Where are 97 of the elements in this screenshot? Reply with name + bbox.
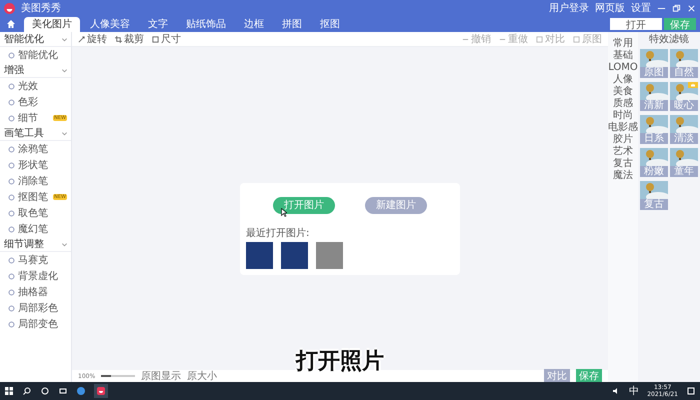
sidebar-item[interactable]: 细节 [18,111,38,125]
circle-icon [8,162,15,168]
search-icon[interactable] [22,386,32,396]
circle-icon[interactable] [40,386,50,396]
circle-icon [8,178,15,184]
circle-icon [8,82,15,90]
open-button[interactable]: 打开 [610,18,662,30]
square-icon [536,36,543,42]
rotate-icon [78,36,85,42]
resize-icon [152,36,159,42]
input-method[interactable]: 中 [629,384,640,398]
home-icon[interactable] [6,19,16,29]
close-icon[interactable] [687,4,696,12]
section-title: 智能优化 [4,32,44,46]
circle-icon [8,114,15,122]
sidebar-item[interactable]: 局部变色 [18,317,58,331]
sidebar-item[interactable]: 局部彩色 [18,301,58,315]
sidebar-item[interactable]: 取色笔 [18,206,48,220]
section-title: 增强 [4,64,24,77]
fit-button[interactable]: 原图显示 [141,369,182,383]
tab[interactable]: 边框 [236,17,272,32]
titlebar-link[interactable]: 用户登录 [549,1,589,15]
caret-icon[interactable] [61,130,68,136]
sidebar-item[interactable]: 智能优化 [18,48,58,62]
tab[interactable]: 文字 [140,17,176,32]
caret-icon[interactable] [61,36,68,42]
square-icon [573,36,580,42]
tab[interactable]: 抠图 [312,17,348,32]
filter-category[interactable]: LOMO [608,62,638,74]
sidebar-item[interactable]: 消除笔 [18,174,48,188]
video-caption: 打开照片 [296,348,384,376]
circle-icon [8,256,15,264]
circle-icon [8,146,15,152]
circle-icon [8,52,15,58]
filter-category[interactable]: 胶片 [613,134,633,146]
filter-label: 自然 [673,67,695,78]
filter-label: 清淡 [673,133,695,144]
sidebar-item[interactable]: 涂鸦笔 [18,142,48,156]
circle-icon [8,304,15,312]
sidebar-item[interactable]: 抽格器 [18,285,48,299]
titlebar-link[interactable]: 网页版 [595,1,625,15]
tab[interactable]: 人像美容 [82,17,138,32]
caret-icon[interactable] [61,240,68,248]
windows-start-icon[interactable] [4,386,14,396]
restore-icon[interactable] [672,4,681,12]
sidebar-item[interactable]: 色彩 [18,95,38,109]
filter-label: 复古 [643,199,665,210]
filter-label: 清新 [643,100,665,111]
toolbar-button[interactable]: 旋转 [78,32,107,46]
filter-category[interactable]: 常用 [613,38,633,50]
app-logo-icon [4,2,15,14]
toolbar-button[interactable]: 裁剪 [115,32,144,46]
tab[interactable]: 拼图 [274,17,310,32]
filter-label: 日系 [643,133,665,144]
filter-category[interactable]: 电影感 [608,122,638,134]
tab[interactable]: 美化图片 [24,17,80,32]
filter-label: 暖心 [673,100,695,111]
section-title: 细节调整 [4,238,44,251]
circle-icon [8,226,15,232]
filter-category[interactable]: 艺术 [613,146,633,158]
sidebar-item[interactable]: 魔幻笔 [18,222,48,236]
filter-category[interactable]: 美食 [613,86,633,98]
titlebar-link[interactable]: 设置 [631,1,651,15]
panel-title: 特效滤镜 [649,32,689,46]
app-taskbar-icon[interactable] [76,386,86,396]
section-title: 画笔工具 [4,127,44,140]
app-logo-icon[interactable] [94,384,108,398]
sidebar-item[interactable]: 背景虚化 [18,269,58,283]
task-view-icon[interactable] [58,386,68,396]
circle-icon [8,98,15,106]
crop-icon [115,36,122,42]
filter-category[interactable]: 复古 [613,158,633,170]
window-title: 美图秀秀 [21,2,61,15]
filter-label: 原图 [643,67,665,78]
circle-icon [8,210,15,216]
filter-category[interactable]: 质感 [613,98,633,110]
caret-icon[interactable] [61,66,68,74]
filter-category[interactable]: 人像 [613,74,633,86]
circle-icon [8,272,15,280]
circle-icon [8,288,15,296]
cursor-icon [281,208,287,216]
sidebar-item[interactable]: 光效 [18,79,38,93]
actual-size-button[interactable]: 原大小 [187,369,218,383]
filter-category[interactable]: 时尚 [613,110,633,122]
filter-category[interactable]: 基础 [613,50,633,62]
sidebar-item[interactable]: 马赛克 [18,253,48,267]
toolbar-button[interactable]: 尺寸 [152,32,181,46]
filter-category[interactable]: 魔法 [613,170,633,182]
notification-icon[interactable] [686,386,696,396]
recent-label: 最近打开图片: [246,226,310,240]
sidebar-item[interactable]: 抠图笔 [18,190,48,204]
sidebar-item[interactable]: 形状笔 [18,158,48,172]
circle-icon [8,320,15,328]
filter-label: 童年 [673,166,695,177]
filter-label: 粉嫩 [643,166,665,177]
tab[interactable]: 贴纸饰品 [178,17,234,32]
circle-icon [8,194,15,200]
